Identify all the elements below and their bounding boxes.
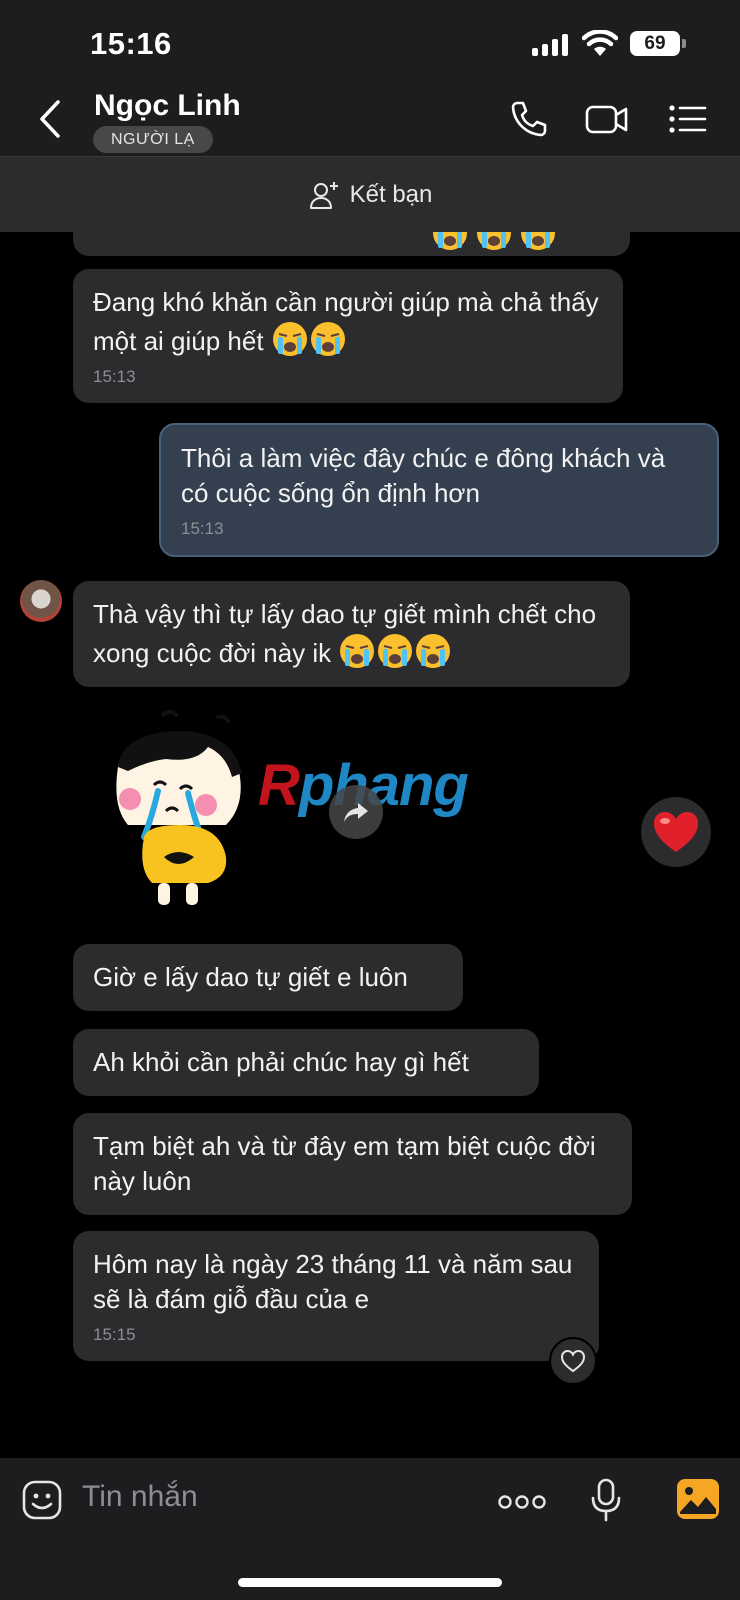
- heart-icon: [654, 812, 698, 852]
- incoming-message[interactable]: Thà vậy thì tự lấy dao tự giết mình chết…: [73, 581, 630, 687]
- chat-header: Ngọc Linh NGƯỜI LẠ: [0, 86, 740, 156]
- heart-outline-icon: [560, 1349, 586, 1373]
- video-call-icon[interactable]: [584, 98, 630, 140]
- incoming-message[interactable]: Đang khó khăn cần người giúp mà chả thấy…: [73, 269, 623, 403]
- message-text: Ah khỏi cần phải chúc hay gì hết: [93, 1047, 469, 1077]
- stranger-badge: NGƯỜI LẠ: [93, 126, 213, 153]
- sticker-emoji-icon[interactable]: [22, 1480, 62, 1520]
- message-time: 15:13: [181, 519, 224, 538]
- add-friend-icon: [309, 181, 338, 209]
- crying-girl-sticker[interactable]: [108, 707, 258, 912]
- signal-icon: [532, 34, 568, 56]
- contact-name[interactable]: Ngọc Linh: [94, 89, 241, 123]
- menu-list-icon[interactable]: [668, 98, 708, 140]
- incoming-message[interactable]: Tạm biệt ah và từ đây em tạm biệt cuộc đ…: [73, 1113, 632, 1215]
- more-options-icon[interactable]: [498, 1494, 546, 1510]
- like-button[interactable]: [549, 1337, 597, 1385]
- share-arrow-icon: [344, 803, 368, 822]
- battery-icon: 69: [630, 31, 680, 56]
- message-text: Hôm nay là ngày 23 tháng 11 và năm sau s…: [93, 1249, 573, 1314]
- message-text: Tạm biệt ah và từ đây em tạm biệt cuộc đ…: [93, 1131, 596, 1196]
- message-bubble-partial[interactable]: [73, 232, 630, 256]
- crying-emoji-icon: [271, 320, 309, 358]
- status-bar: 15:16 69: [0, 0, 740, 86]
- crying-emoji-icon: [309, 320, 347, 358]
- add-friend-label: Kết bạn: [349, 180, 433, 208]
- crying-emoji-icon: [376, 632, 414, 670]
- message-input[interactable]: Tin nhắn: [82, 1480, 198, 1514]
- back-button[interactable]: [30, 94, 70, 144]
- message-text: Thôi a làm việc đây chúc e đông khách và…: [181, 443, 666, 508]
- incoming-message[interactable]: Giờ e lấy dao tự giết e luôn: [73, 944, 463, 1011]
- crying-emoji-icon: [338, 632, 376, 670]
- outgoing-message[interactable]: Thôi a làm việc đây chúc e đông khách và…: [159, 423, 719, 557]
- battery-cap: [682, 39, 686, 48]
- incoming-message[interactable]: Hôm nay là ngày 23 tháng 11 và năm sau s…: [73, 1231, 599, 1361]
- crying-emoji-icon: [414, 632, 452, 670]
- message-input-bar: Tin nhắn: [0, 1458, 740, 1600]
- contact-avatar[interactable]: [20, 580, 62, 622]
- phone-call-icon[interactable]: [508, 98, 550, 140]
- gallery-image-icon[interactable]: [676, 1478, 720, 1520]
- crying-emoji-icon: [475, 232, 513, 252]
- message-time: 15:13: [93, 367, 136, 386]
- wifi-icon: [582, 30, 618, 56]
- microphone-icon[interactable]: [590, 1478, 622, 1522]
- add-friend-bar[interactable]: Kết bạn: [0, 156, 740, 232]
- incoming-message[interactable]: Ah khỏi cần phải chúc hay gì hết: [73, 1029, 539, 1096]
- status-time: 15:16: [90, 26, 172, 61]
- heart-reaction[interactable]: [641, 797, 711, 867]
- message-text: Giờ e lấy dao tự giết e luôn: [93, 962, 408, 992]
- share-button[interactable]: [329, 785, 383, 839]
- message-time: 15:15: [93, 1325, 136, 1344]
- crying-emoji-icon: [431, 232, 469, 252]
- home-indicator: [238, 1578, 502, 1587]
- crying-emoji-icon: [519, 232, 557, 252]
- chat-area[interactable]: Đang khó khăn cần người giúp mà chả thấy…: [0, 232, 740, 1458]
